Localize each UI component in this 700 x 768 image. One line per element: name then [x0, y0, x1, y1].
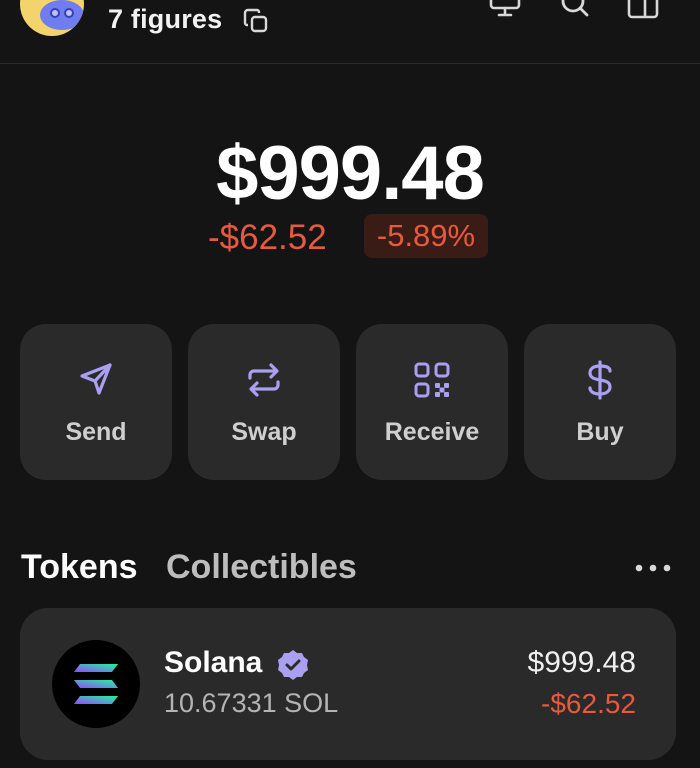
- account-avatar[interactable]: [20, 0, 84, 36]
- swap-label: Swap: [231, 418, 297, 446]
- header: 7 figures: [0, 0, 700, 64]
- tab-tokens[interactable]: Tokens: [21, 548, 138, 587]
- copy-icon[interactable]: [242, 7, 270, 35]
- token-row-solana[interactable]: Solana 10.67331 SOL $999.48 -$62.52: [20, 608, 676, 760]
- dollar-icon: [588, 360, 612, 400]
- sidebar-icon[interactable]: [626, 0, 660, 22]
- account-name[interactable]: 7 figures: [108, 4, 222, 35]
- receive-label: Receive: [384, 418, 480, 446]
- tab-collectibles[interactable]: Collectibles: [166, 548, 357, 587]
- receive-button[interactable]: Receive: [356, 324, 508, 480]
- send-icon: [80, 363, 112, 395]
- send-button[interactable]: Send: [20, 324, 172, 480]
- token-name: Solana: [164, 646, 263, 679]
- total-balance: $999.48: [216, 131, 485, 216]
- balance-change-percent-badge: -5.89%: [364, 214, 488, 258]
- more-options-icon[interactable]: [634, 561, 672, 575]
- swap-button[interactable]: Swap: [188, 324, 340, 480]
- buy-button[interactable]: Buy: [524, 324, 676, 480]
- balance-change-amount: -$62.52: [208, 218, 327, 257]
- token-change: -$62.52: [541, 688, 636, 719]
- avatar-blob: [40, 0, 84, 30]
- qr-code-icon: [414, 362, 450, 398]
- solana-glyph-icon: [74, 664, 118, 704]
- swap-icon: [248, 363, 280, 397]
- verified-badge-icon: [278, 650, 308, 680]
- solana-logo-icon: [52, 640, 140, 728]
- balance-change-row: -$62.52 -5.89%: [0, 214, 700, 260]
- search-icon[interactable]: [558, 0, 592, 22]
- send-label: Send: [65, 418, 127, 446]
- desktop-icon[interactable]: [488, 0, 522, 22]
- buy-label: Buy: [576, 418, 624, 446]
- avatar-eye-left: [50, 8, 60, 18]
- token-amount: 10.67331 SOL: [164, 688, 339, 718]
- avatar-eye-right: [64, 8, 74, 18]
- token-value: $999.48: [527, 646, 636, 679]
